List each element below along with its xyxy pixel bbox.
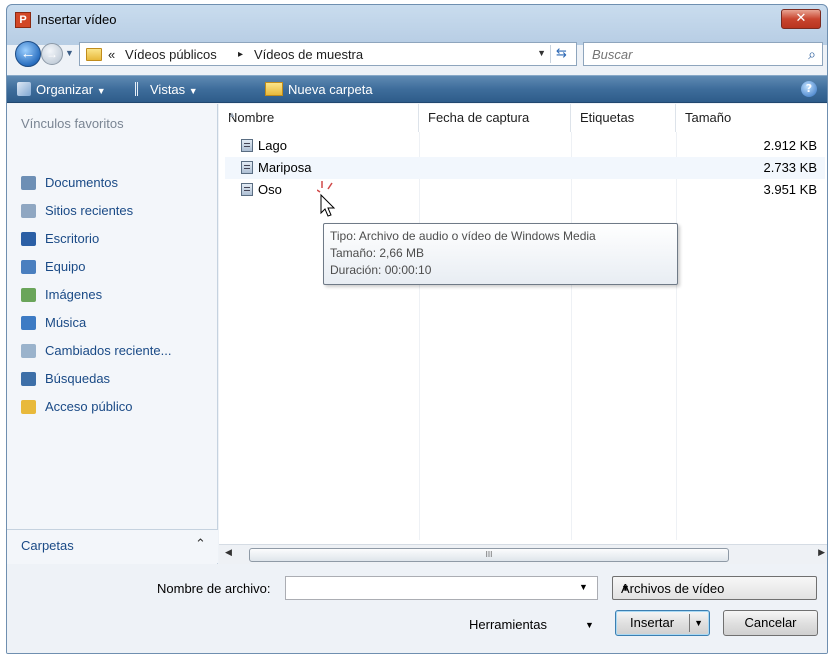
column-header-tags[interactable]: Etiquetas xyxy=(571,104,676,132)
scroll-thumb[interactable]: III xyxy=(249,548,729,562)
tooltip-duration: Duración: 00:00:10 xyxy=(330,263,432,277)
address-row: ← → ▼ « Vídeos públicos ▸ Vídeos de mues… xyxy=(7,37,827,71)
video-file-icon xyxy=(241,183,253,196)
insert-video-dialog: P Insertar vídeo ✕ ← → ▼ « Vídeos públic… xyxy=(6,4,828,654)
video-file-icon xyxy=(241,161,253,174)
documents-icon xyxy=(21,176,36,190)
chevron-up-icon[interactable]: ⌃ xyxy=(195,536,206,552)
views-button[interactable]: Vistas ▼ xyxy=(135,82,198,97)
refresh-icon[interactable]: ⇆ xyxy=(550,45,572,63)
folders-label: Carpetas xyxy=(21,538,74,553)
chevron-down-icon: ▼ xyxy=(621,583,630,593)
split-divider xyxy=(689,614,690,632)
file-list: Nombre ▲ Fecha de captura Etiquetas Tama… xyxy=(219,104,827,544)
horizontal-scrollbar[interactable]: ◀ III ▶ xyxy=(219,544,827,564)
tooltip-size: Tamaño: 2,66 MB xyxy=(330,246,425,260)
help-icon[interactable]: ? xyxy=(801,81,817,97)
address-bar[interactable]: « Vídeos públicos ▸ Vídeos de muestra ▼ … xyxy=(79,42,577,66)
close-button[interactable]: ✕ xyxy=(781,9,821,29)
file-row-lago[interactable]: Lago 2.912 KB xyxy=(225,135,825,157)
navigation-pane: Vínculos favoritos Documentos Sitios rec… xyxy=(7,104,218,564)
folders-toggle[interactable]: Carpetas ⌃ xyxy=(7,529,218,563)
window-title: Insertar vídeo xyxy=(37,12,117,27)
toolbar: Organizar ▼ Vistas ▼ Nueva carpeta ? xyxy=(7,75,827,103)
tools-button[interactable]: Herramientas xyxy=(469,617,547,632)
recent-pages-dropdown[interactable]: ▼ xyxy=(65,48,74,58)
tools-dropdown-icon[interactable]: ▼ xyxy=(585,620,594,630)
powerpoint-icon: P xyxy=(15,12,31,28)
column-header-name[interactable]: Nombre ▲ xyxy=(219,104,419,132)
filetype-select[interactable]: Archivos de vídeo ▼ xyxy=(612,576,817,600)
mouse-cursor-icon xyxy=(317,181,336,217)
organize-button[interactable]: Organizar ▼ xyxy=(17,82,106,97)
column-header-size[interactable]: Tamaño xyxy=(676,104,827,132)
favorite-links-heading: Vínculos favoritos xyxy=(21,116,124,131)
views-icon xyxy=(135,82,145,96)
computer-icon xyxy=(21,260,36,274)
sort-ascending-icon: ▲ xyxy=(228,110,236,119)
recently-changed-icon xyxy=(21,344,36,358)
scroll-right-icon[interactable]: ▶ xyxy=(818,547,825,558)
insert-button[interactable]: Insertar ▼ xyxy=(615,610,710,636)
new-folder-icon xyxy=(265,82,283,96)
filename-dropdown-icon[interactable]: ▼ xyxy=(579,582,588,592)
organize-icon xyxy=(17,82,31,96)
searches-icon xyxy=(21,372,36,386)
back-button[interactable]: ← xyxy=(15,41,41,67)
new-folder-button[interactable]: Nueva carpeta xyxy=(265,82,373,97)
dialog-footer: Nombre de archivo: ▼ Archivos de vídeo ▼… xyxy=(7,565,827,653)
filename-input[interactable] xyxy=(285,576,598,600)
scroll-left-icon[interactable]: ◀ xyxy=(225,547,232,558)
video-file-icon xyxy=(241,139,253,152)
recent-places-icon xyxy=(21,204,36,218)
file-info-tooltip: Tipo: Archivo de audio o vídeo de Window… xyxy=(323,223,678,285)
breadcrumb-overflow[interactable]: « xyxy=(108,47,115,62)
pictures-icon xyxy=(21,288,36,302)
column-header-date[interactable]: Fecha de captura xyxy=(419,104,571,132)
tooltip-type: Tipo: Archivo de audio o vídeo de Window… xyxy=(330,229,596,243)
search-input[interactable] xyxy=(590,45,790,63)
cancel-button[interactable]: Cancelar xyxy=(723,610,818,636)
insert-options-icon[interactable]: ▼ xyxy=(694,611,703,635)
address-dropdown-icon[interactable]: ▼ xyxy=(537,48,546,58)
title-bar: P Insertar vídeo ✕ xyxy=(7,5,827,35)
forward-button[interactable]: → xyxy=(41,43,63,65)
search-icon[interactable]: ⌕ xyxy=(808,46,816,63)
breadcrumb-public-videos[interactable]: Vídeos públicos xyxy=(125,47,217,62)
music-icon xyxy=(21,316,36,330)
folder-icon xyxy=(86,48,102,61)
desktop-icon xyxy=(21,232,36,246)
file-row-mariposa[interactable]: Mariposa 2.733 KB xyxy=(225,157,825,179)
breadcrumb-sample-videos[interactable]: Vídeos de muestra xyxy=(254,47,363,62)
search-box[interactable]: ⌕ xyxy=(583,42,823,66)
filename-label: Nombre de archivo: xyxy=(157,581,271,596)
file-row-oso[interactable]: Oso 3.951 KB xyxy=(225,179,825,201)
public-folder-icon xyxy=(21,400,36,414)
breadcrumb-separator-icon[interactable]: ▸ xyxy=(238,49,243,60)
